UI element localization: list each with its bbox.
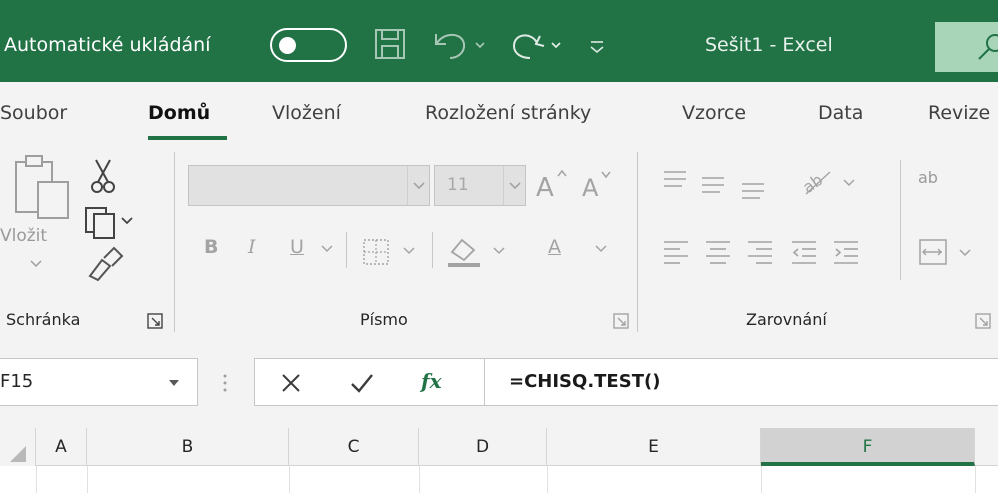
italic-button[interactable]: I bbox=[248, 236, 256, 258]
paste-dropdown-icon[interactable] bbox=[28, 258, 44, 270]
title-bar: Automatické ukládání Sešit1 - Excel bbox=[0, 0, 998, 82]
formula-text: =CHISQ.TEST() bbox=[509, 371, 661, 392]
select-all-corner[interactable] bbox=[0, 428, 36, 466]
font-color-button[interactable]: A bbox=[548, 236, 561, 258]
font-launcher-icon[interactable] bbox=[612, 312, 630, 330]
formula-bar: F15 fx =CHISQ.TEST() bbox=[0, 336, 998, 428]
tab-rozlozeni-stranky[interactable]: Rozložení stránky bbox=[425, 102, 591, 124]
font-color-dropdown-icon[interactable] bbox=[592, 242, 610, 256]
insert-function-button[interactable]: fx bbox=[421, 369, 442, 393]
grid-line bbox=[36, 466, 37, 493]
clipboard-launcher-icon[interactable] bbox=[146, 312, 164, 330]
chevron-down-icon bbox=[413, 182, 425, 190]
autosave-toggle[interactable] bbox=[270, 28, 347, 62]
column-headers: A B C D E F bbox=[0, 428, 998, 466]
paste-icon[interactable] bbox=[6, 152, 70, 222]
autosave-label: Automatické ukládání bbox=[4, 34, 211, 56]
ribbon-separator bbox=[174, 152, 175, 332]
ribbon: Vložit Schránka 11 A A B I U A Písmo ab … bbox=[0, 142, 998, 336]
column-header-c[interactable]: C bbox=[289, 428, 419, 466]
redo-icon[interactable] bbox=[506, 24, 568, 64]
formula-buttons: fx bbox=[254, 358, 486, 406]
grid-line bbox=[419, 466, 420, 493]
tab-vzorce[interactable]: Vzorce bbox=[682, 102, 746, 124]
vertical-align-icons[interactable] bbox=[660, 166, 790, 202]
chevron-down-icon bbox=[509, 182, 521, 190]
ribbon-separator bbox=[900, 160, 901, 280]
group-label-clipboard: Schránka bbox=[6, 310, 81, 329]
undo-icon[interactable] bbox=[430, 24, 492, 64]
tab-data[interactable]: Data bbox=[818, 102, 863, 124]
font-size-dropdown[interactable] bbox=[503, 166, 525, 205]
group-label-alignment: Zarovnání bbox=[746, 310, 827, 329]
save-icon[interactable] bbox=[372, 24, 408, 64]
enter-check-icon[interactable] bbox=[349, 371, 375, 395]
font-size-value: 11 bbox=[447, 175, 469, 195]
grid-line bbox=[547, 466, 548, 493]
column-header-e[interactable]: E bbox=[547, 428, 761, 466]
svg-text:A: A bbox=[536, 173, 554, 202]
cut-icon[interactable] bbox=[88, 156, 118, 196]
fill-color-icon[interactable] bbox=[444, 232, 520, 270]
divider bbox=[432, 232, 433, 268]
group-label-font: Písmo bbox=[360, 310, 408, 329]
column-header-d[interactable]: D bbox=[419, 428, 547, 466]
formula-bar-grip-icon[interactable] bbox=[220, 370, 230, 396]
search-icon bbox=[978, 34, 998, 60]
tab-vlozeni[interactable]: Vložení bbox=[272, 102, 341, 124]
underline-dropdown-icon[interactable] bbox=[318, 242, 336, 256]
copy-icon[interactable] bbox=[84, 204, 134, 240]
tab-soubor[interactable]: Soubor bbox=[0, 102, 67, 124]
bold-button[interactable]: B bbox=[204, 236, 218, 258]
borders-icon[interactable] bbox=[360, 234, 422, 268]
formula-input[interactable]: =CHISQ.TEST() bbox=[484, 358, 998, 406]
orientation-icon[interactable]: ab bbox=[800, 164, 862, 200]
name-box[interactable]: F15 bbox=[0, 358, 198, 406]
horizontal-align-icons[interactable] bbox=[660, 234, 892, 270]
tab-revize[interactable]: Revize bbox=[928, 102, 990, 124]
worksheet-grid[interactable] bbox=[0, 466, 998, 493]
alignment-launcher-icon[interactable] bbox=[974, 312, 992, 330]
customize-toolbar-icon[interactable] bbox=[586, 24, 608, 64]
name-box-dropdown-icon[interactable] bbox=[166, 377, 182, 389]
name-box-value: F15 bbox=[0, 371, 34, 392]
active-tab-indicator bbox=[148, 136, 227, 140]
ribbon-separator bbox=[637, 152, 638, 332]
toggle-knob bbox=[279, 37, 296, 54]
cancel-icon[interactable] bbox=[279, 371, 303, 395]
svg-text:A: A bbox=[582, 174, 599, 202]
underline-button[interactable]: U bbox=[290, 236, 304, 258]
grid-line bbox=[761, 466, 762, 493]
column-header-a[interactable]: A bbox=[36, 428, 87, 466]
tab-domu[interactable]: Domů bbox=[148, 102, 210, 124]
svg-text:ab: ab bbox=[800, 170, 826, 197]
divider bbox=[346, 232, 347, 268]
grid-line bbox=[975, 466, 976, 493]
merge-center-icon[interactable] bbox=[916, 234, 980, 270]
column-header-b[interactable]: B bbox=[87, 428, 289, 466]
ribbon-tabs: Soubor Domů Vložení Rozložení stránky Vz… bbox=[0, 82, 998, 142]
column-header-f[interactable]: F bbox=[761, 428, 975, 466]
select-all-triangle-icon bbox=[10, 446, 26, 462]
font-size-combobox[interactable]: 11 bbox=[434, 165, 526, 206]
increase-font-size-icon[interactable]: A bbox=[534, 166, 574, 202]
grid-line bbox=[87, 466, 88, 493]
format-painter-icon[interactable] bbox=[84, 246, 124, 282]
paste-label: Vložit bbox=[0, 226, 48, 246]
decrease-font-size-icon[interactable]: A bbox=[580, 166, 620, 202]
font-name-dropdown[interactable] bbox=[407, 166, 429, 205]
wrap-text-button[interactable]: ab bbox=[918, 168, 938, 187]
grid-line bbox=[289, 466, 290, 493]
document-title: Sešit1 - Excel bbox=[705, 34, 833, 56]
font-name-combobox[interactable] bbox=[188, 165, 430, 206]
search-box[interactable] bbox=[935, 22, 998, 72]
